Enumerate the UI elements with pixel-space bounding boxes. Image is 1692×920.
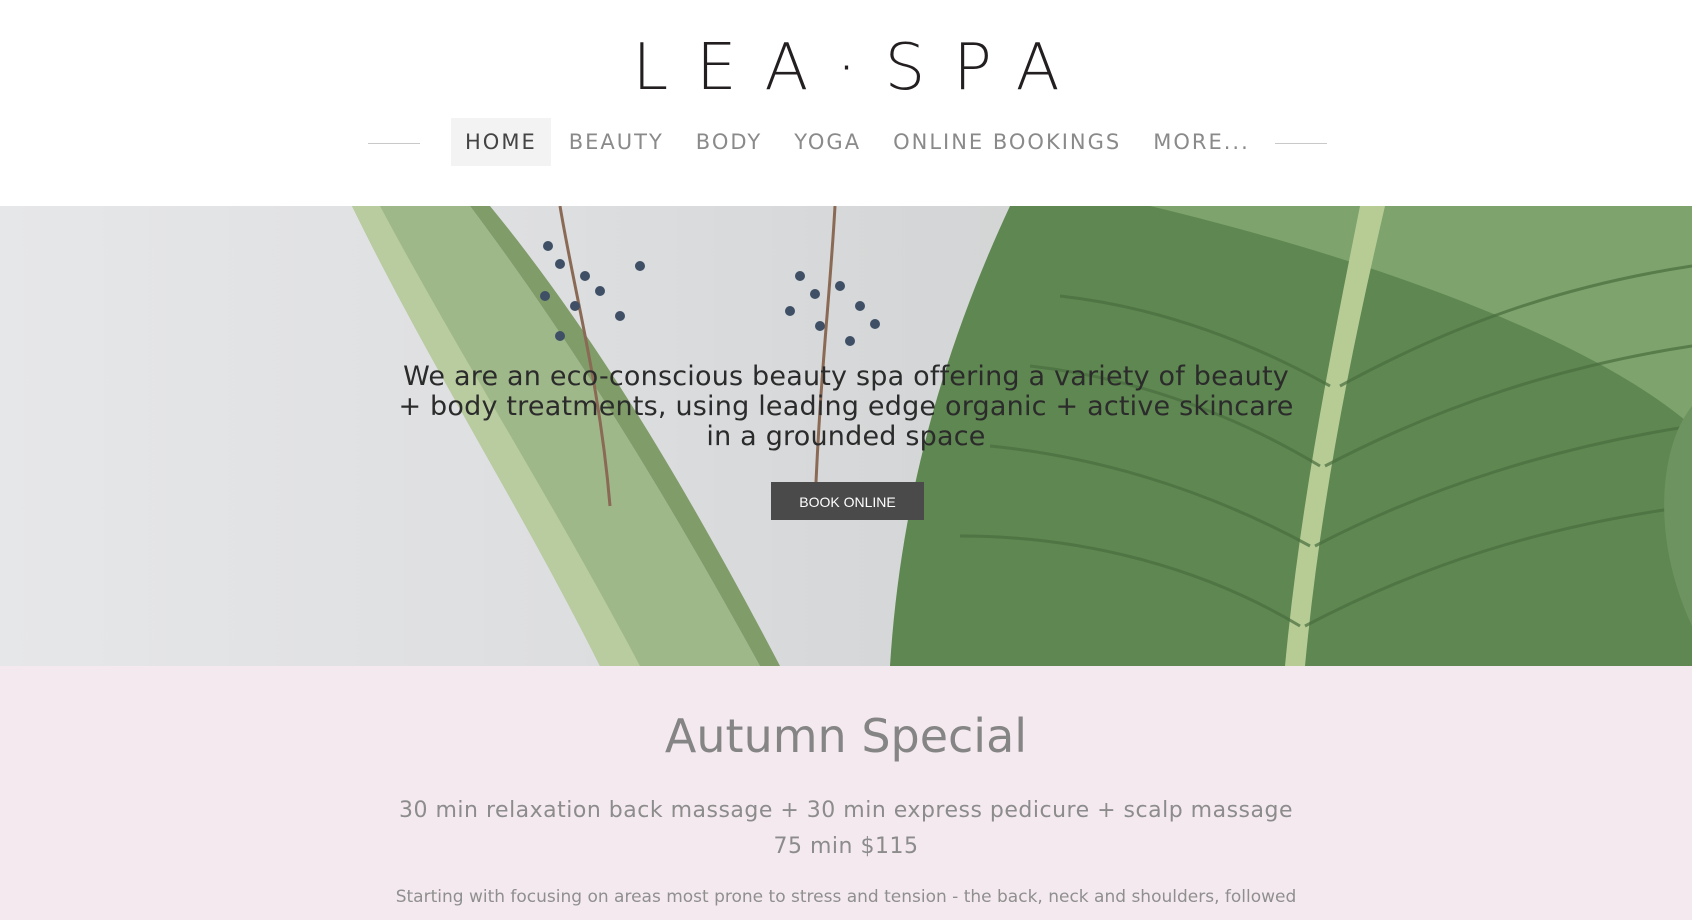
nav-item-body[interactable]: BODY bbox=[682, 118, 776, 166]
site-logo[interactable]: LEA·SPA bbox=[0, 26, 1692, 110]
nav-item-more[interactable]: MORE... bbox=[1139, 118, 1264, 166]
hero-banner: We are an eco-conscious beauty spa offer… bbox=[0, 206, 1692, 666]
nav-item-online-bookings[interactable]: ONLINE BOOKINGS bbox=[879, 118, 1135, 166]
nav-item-beauty[interactable]: BEAUTY bbox=[555, 118, 678, 166]
nav-item-home[interactable]: HOME bbox=[451, 118, 551, 166]
special-price-line: 75 min $115 bbox=[773, 834, 919, 859]
nav-item-yoga[interactable]: YOGA bbox=[780, 118, 875, 166]
hero-tagline-line: in a grounded space bbox=[706, 421, 986, 452]
hero-tagline-line: + body treatments, using leading edge or… bbox=[398, 391, 1294, 422]
nav-divider-right bbox=[1275, 143, 1327, 144]
book-online-button[interactable]: BOOK ONLINE bbox=[771, 482, 924, 520]
hero-tagline-line: We are an eco-conscious beauty spa offer… bbox=[403, 361, 1289, 392]
special-offer-line: 30 min relaxation back massage + 30 min … bbox=[399, 798, 1293, 823]
main-nav: HOME BEAUTY BODY YOGA ONLINE BOOKINGS MO… bbox=[0, 118, 1692, 168]
nav-items: HOME BEAUTY BODY YOGA ONLINE BOOKINGS MO… bbox=[451, 118, 1268, 166]
hero-tagline: We are an eco-conscious beauty spa offer… bbox=[396, 362, 1296, 452]
site-header: LEA·SPA HOME BEAUTY BODY YOGA ONLINE BOO… bbox=[0, 0, 1692, 206]
special-title: Autumn Special bbox=[664, 709, 1028, 763]
special-description: Starting with focusing on areas most pro… bbox=[395, 887, 1297, 907]
autumn-special-section: Autumn Special 30 min relaxation back ma… bbox=[0, 666, 1692, 920]
nav-divider-left bbox=[368, 143, 420, 144]
